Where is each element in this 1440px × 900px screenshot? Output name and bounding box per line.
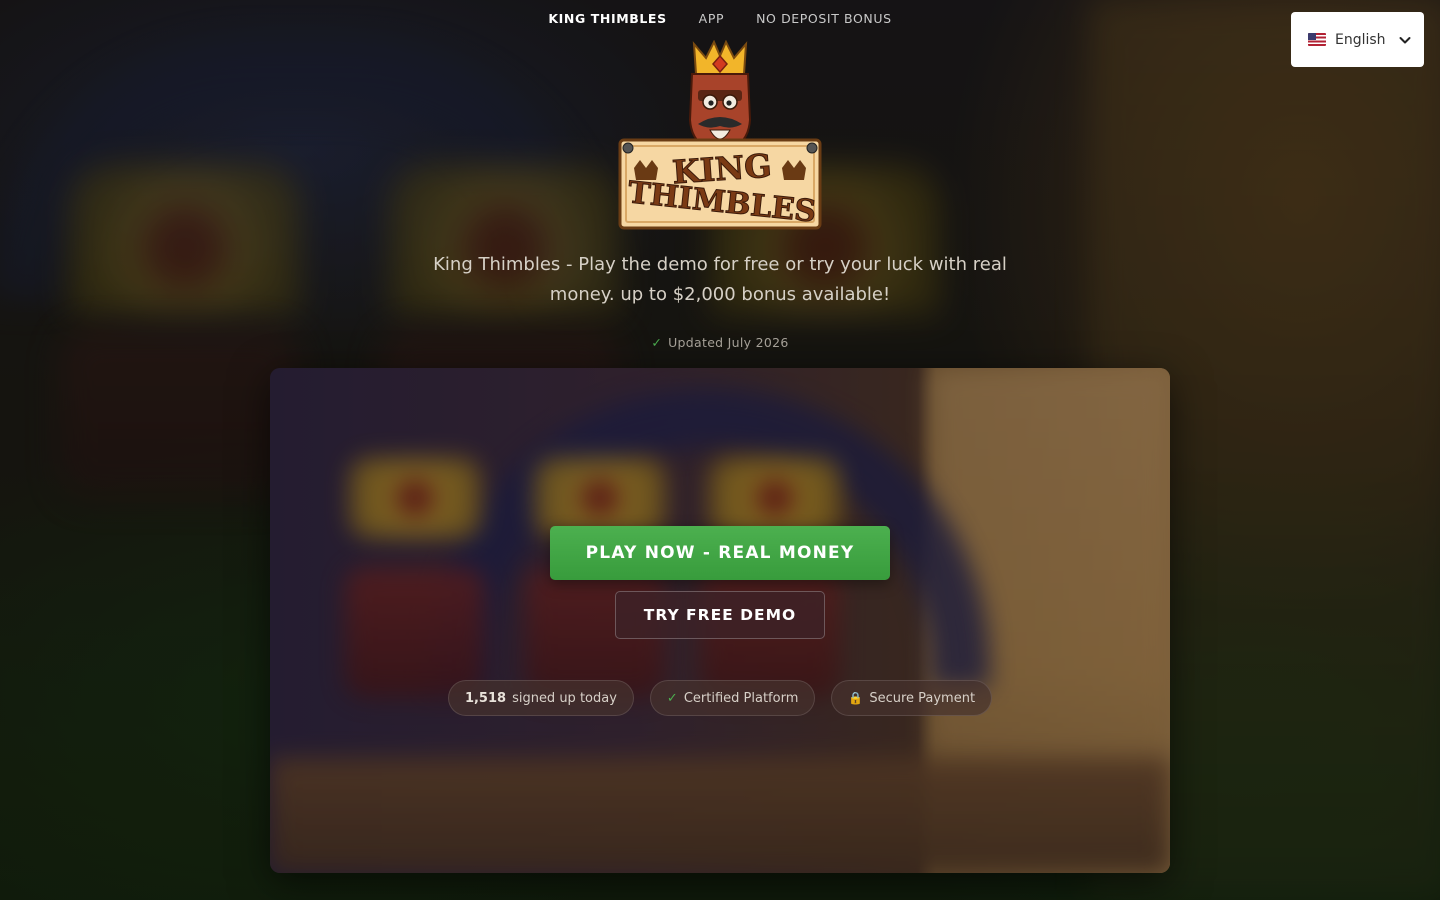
- check-icon: ✓: [651, 335, 663, 350]
- language-label: English: [1335, 31, 1386, 48]
- signups-text: signed up today: [512, 690, 617, 706]
- nav-item-app[interactable]: APP: [699, 11, 724, 26]
- updated-date: ✓ Updated July 2026: [0, 335, 1440, 350]
- king-thimbles-logo: KING THIMBLES: [618, 40, 822, 230]
- lock-icon: 🔒: [848, 691, 864, 705]
- game-preview-card: PLAY NOW - REAL MONEY TRY FREE DEMO 1,51…: [270, 368, 1170, 873]
- hero-tagline: King Thimbles - Play the demo for free o…: [433, 254, 1007, 305]
- try-free-demo-button[interactable]: TRY FREE DEMO: [615, 591, 825, 639]
- certified-badge: ✓ Certified Platform: [649, 680, 816, 716]
- us-flag-icon: [1308, 33, 1326, 46]
- secure-payment-badge: 🔒 Secure Payment: [831, 680, 993, 716]
- signups-badge: 1,518 signed up today: [447, 680, 634, 716]
- language-selector[interactable]: English: [1291, 12, 1424, 67]
- trust-badges: 1,518 signed up today ✓ Certified Platfo…: [270, 680, 1170, 716]
- signups-count: 1,518: [464, 690, 507, 706]
- check-icon: ✓: [666, 690, 678, 706]
- secure-payment-text: Secure Payment: [869, 690, 976, 706]
- certified-text: Certified Platform: [683, 690, 799, 706]
- nav-item-king-thimbles[interactable]: KING THIMBLES: [548, 11, 666, 26]
- updated-text: Updated July 2026: [668, 335, 789, 350]
- chevron-down-icon: [1399, 36, 1411, 43]
- nav-item-no-deposit-bonus[interactable]: NO DEPOSIT BONUS: [756, 11, 892, 26]
- top-nav: KING THIMBLES APP NO DEPOSIT BONUS: [0, 11, 1440, 26]
- play-real-money-button[interactable]: PLAY NOW - REAL MONEY: [550, 526, 890, 580]
